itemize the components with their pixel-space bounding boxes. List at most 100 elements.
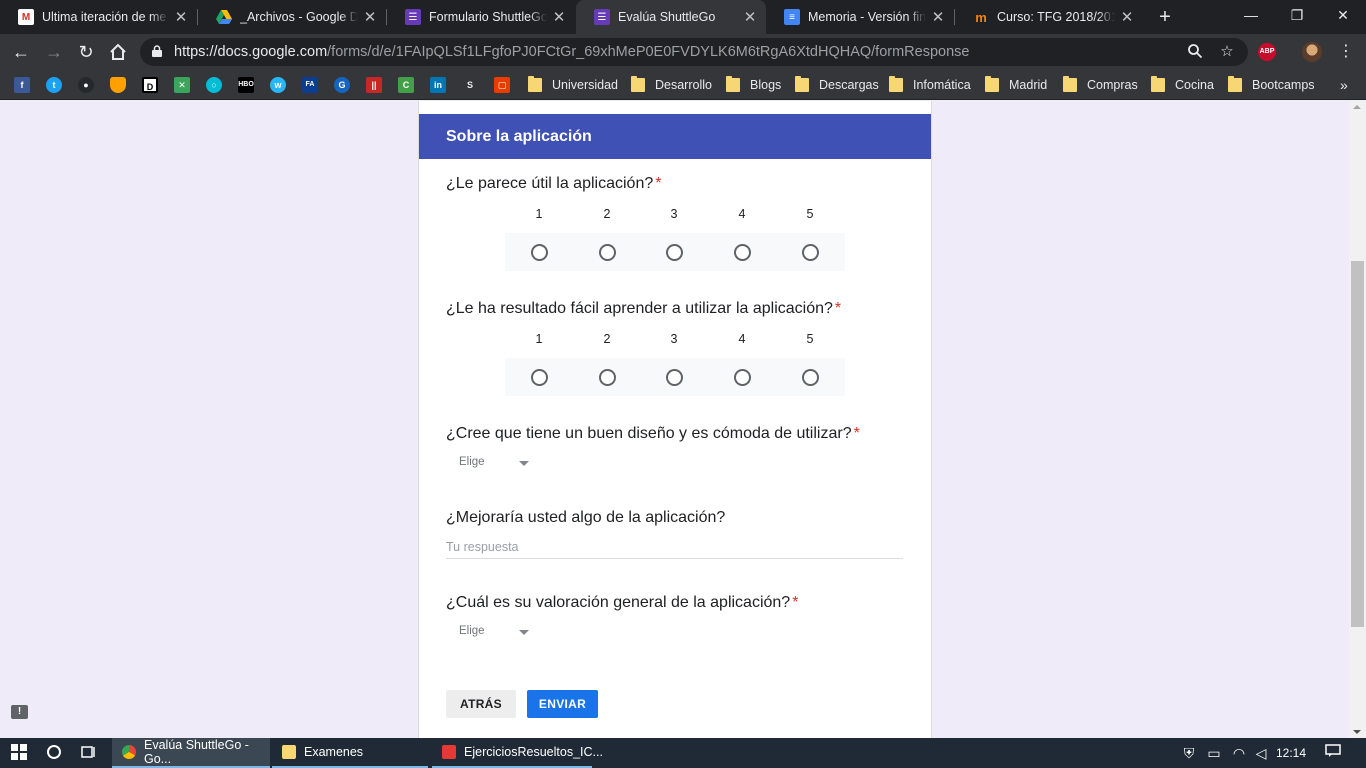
close-tab-icon[interactable]: ✕ [930,8,946,26]
filmaffinity-icon[interactable]: FA [302,77,318,93]
bookmark-folder-cocina[interactable]: Cocina [1151,75,1214,95]
dropdown-select[interactable]: Elige [447,621,533,643]
dev-icon[interactable]: D [142,77,158,93]
radio-option[interactable] [599,369,616,386]
scale-labels: 1 2 3 4 5 [505,332,845,348]
scale-label: 5 [806,207,814,221]
menu-dots-icon[interactable]: ⋮ [1338,42,1354,62]
radio-option[interactable] [531,244,548,261]
hbo-icon[interactable]: HBO [238,77,254,93]
scrollbar[interactable] [1349,101,1366,738]
radio-option[interactable] [666,369,683,386]
question-title: ¿Cree que tiene un buen diseño y es cómo… [446,425,860,442]
stackoverflow-icon[interactable]: S [462,77,478,93]
close-tab-icon[interactable]: ✕ [362,8,378,26]
wuolah-icon[interactable]: w [270,77,286,93]
zoom-icon[interactable] [1186,43,1204,61]
profile-avatar[interactable] [1302,42,1322,62]
bookmark-folder-desarrollo[interactable]: Desarrollo [631,75,712,95]
security-shield-icon[interactable]: ⛨ [1180,744,1198,762]
scroll-down-icon[interactable] [1353,730,1361,734]
bookmark-folder-madrid[interactable]: Madrid [985,75,1047,95]
close-tab-icon[interactable]: ✕ [1119,8,1135,26]
tab-title: Evalúa ShuttleGo [618,10,716,24]
url-text: https://docs.google.com/forms/d/e/1FAIpQ… [174,44,970,60]
forward-arrow-icon[interactable]: → [42,40,66,64]
radio-option[interactable] [599,244,616,261]
bookmarks-overflow-icon[interactable]: » [1340,77,1348,93]
question-title: ¿Mejoraría usted algo de la aplicación? [446,509,726,526]
office-icon[interactable]: ▢ [494,77,510,93]
bookmark-folder-descargas[interactable]: Descargas [795,75,879,95]
battery-icon[interactable]: ▭ [1205,744,1223,762]
close-tab-icon[interactable]: ✕ [742,8,758,26]
tab-forms-active[interactable]: ☰ Evalúa ShuttleGo ✕ [576,0,766,34]
github-icon[interactable]: ● [78,77,94,93]
new-tab-button[interactable]: + [1154,6,1176,28]
tab-drive[interactable]: _Archivos - Google Driv ✕ [198,0,386,34]
folder-icon [795,76,809,92]
xda-icon[interactable]: ✕ [174,77,190,93]
tab-title: Formulario ShuttleGo - [429,10,547,24]
bookmark-folder-compras[interactable]: Compras [1063,75,1138,95]
taskbar-app-pdf[interactable]: EjerciciosResueltos_IC... [432,738,603,768]
scroll-up-icon[interactable] [1353,105,1361,109]
reload-icon[interactable]: ↻ [74,40,98,64]
tab-docs[interactable]: ≡ Memoria - Versión final ✕ [766,0,954,34]
bookmark-folder-universidad[interactable]: Universidad [528,75,618,95]
back-arrow-icon[interactable]: ← [9,40,33,64]
tab-title: Curso: TFG 2018/2019 - [997,10,1115,24]
radio-option[interactable] [734,244,751,261]
circle-icon[interactable]: ○ [206,77,222,93]
radio-option[interactable] [802,244,819,261]
tab-moodle[interactable]: m Curso: TFG 2018/2019 - ✕ [955,0,1143,34]
linkedin-icon[interactable]: in [430,77,446,93]
adblock-plus-icon[interactable]: ABP [1258,43,1276,61]
notifications-icon[interactable] [1324,744,1342,762]
fidelity-icon[interactable]: G [334,77,350,93]
cortana-icon[interactable] [45,744,63,762]
twitter-icon[interactable]: t [46,77,62,93]
volume-icon[interactable]: ◁ [1252,744,1270,762]
scale-labels: 1 2 3 4 5 [505,207,845,223]
calc-icon[interactable]: C [398,77,414,93]
tab-gmail[interactable]: M Ultima iteración de me ✕ [0,0,197,34]
taskbar-app-chrome[interactable]: Evalúa ShuttleGo - Go... [112,738,270,768]
clock[interactable]: 12:14 [1276,746,1306,760]
facebook-icon[interactable]: f [14,77,30,93]
home-icon[interactable] [106,40,130,64]
bookmark-folder-bootcamps[interactable]: Bootcamps [1228,75,1315,95]
tripadvisor-icon[interactable]: || [366,77,382,93]
close-window-icon[interactable]: ✕ [1320,0,1366,30]
required-mark: * [834,300,842,317]
taskbar-app-explorer[interactable]: Examenes [272,738,428,768]
radio-option[interactable] [531,369,548,386]
submit-button[interactable]: ENVIAR [527,690,598,718]
radio-option[interactable] [666,244,683,261]
firebase-icon[interactable] [110,77,126,93]
star-icon[interactable]: ☆ [1218,43,1236,61]
close-tab-icon[interactable]: ✕ [551,8,567,26]
folder-icon [631,76,645,92]
tab-forms-1[interactable]: ☰ Formulario ShuttleGo - ✕ [387,0,575,34]
radio-option[interactable] [734,369,751,386]
close-tab-icon[interactable]: ✕ [173,8,189,26]
answer-input[interactable] [446,535,903,559]
dropdown-select[interactable]: Elige [447,452,533,474]
feedback-icon[interactable]: ! [11,705,28,719]
restore-icon[interactable]: ❐ [1274,0,1320,30]
address-bar[interactable]: https://docs.google.com/forms/d/e/1FAIpQ… [140,38,1248,66]
scrollbar-thumb[interactable] [1351,261,1364,627]
radio-option[interactable] [802,369,819,386]
windows-start-icon[interactable] [10,744,28,762]
forms-icon: ☰ [594,9,610,25]
browser-toolbar: ← → ↻ https://docs.google.com/forms/d/e/… [0,34,1366,70]
scale-label: 5 [806,332,814,346]
minimize-icon[interactable]: — [1228,0,1274,30]
back-button[interactable]: ATRÁS [446,690,516,718]
task-view-icon[interactable] [80,744,98,762]
bookmark-folder-infomatica[interactable]: Infomática [889,75,971,95]
linear-scale [505,233,845,271]
wifi-icon[interactable]: ◠ [1230,744,1248,762]
bookmark-folder-blogs[interactable]: Blogs [726,75,781,95]
